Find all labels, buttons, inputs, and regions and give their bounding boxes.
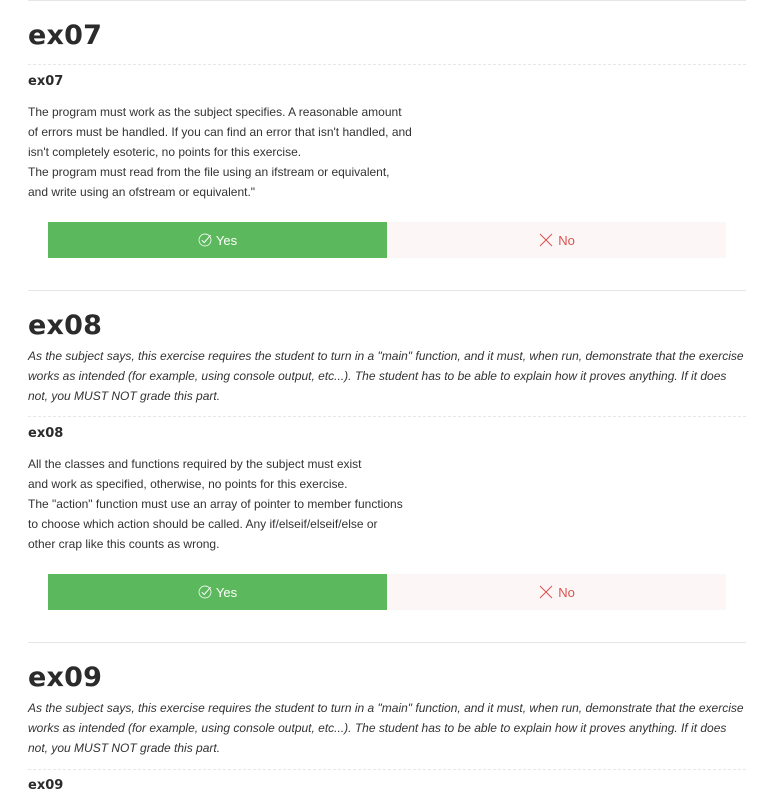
section-title: ex07 xyxy=(28,20,103,51)
description-line: The "action" function must use an array … xyxy=(28,497,403,511)
yes-no-buttons: Yes No xyxy=(48,574,726,610)
description-line: All the classes and functions required b… xyxy=(28,457,362,471)
sub-title: ex07 xyxy=(28,74,64,89)
yes-label: Yes xyxy=(215,232,238,248)
section-title: ex09 xyxy=(28,662,103,693)
description-line: of errors must be handled. If you can fi… xyxy=(28,125,412,139)
description-line: other crap like this counts as wrong. xyxy=(28,537,220,551)
section-title: ex08 xyxy=(28,310,103,341)
cross-icon xyxy=(539,233,553,247)
check-circle-icon xyxy=(198,585,212,599)
section-intro: As the subject says, this exercise requi… xyxy=(28,701,744,755)
no-label: No xyxy=(558,584,575,600)
cross-icon xyxy=(539,585,553,599)
no-button[interactable]: No xyxy=(387,574,726,610)
description-line: and write using an ofstream or equivalen… xyxy=(28,185,256,199)
grading-description: The program must work as the subject spe… xyxy=(28,102,412,202)
section-divider-dashed xyxy=(28,769,746,770)
description-line: and work as specified, otherwise, no poi… xyxy=(28,477,348,491)
no-button[interactable]: No xyxy=(387,222,726,258)
section-intro: As the subject says, this exercise requi… xyxy=(28,349,744,403)
description-line: The program must work as the subject spe… xyxy=(28,105,402,119)
section-divider-dashed xyxy=(28,64,746,65)
section-divider xyxy=(28,0,746,1)
sub-title: ex08 xyxy=(28,426,64,441)
section-divider xyxy=(28,290,746,291)
description-line: The program must read from the file usin… xyxy=(28,165,390,179)
check-circle-icon xyxy=(198,233,212,247)
yes-label: Yes xyxy=(215,584,238,600)
sub-title: ex09 xyxy=(28,778,64,793)
description-line: isn't completely esoteric, no points for… xyxy=(28,145,302,159)
yes-button[interactable]: Yes xyxy=(48,222,387,258)
section-divider-dashed xyxy=(28,416,746,417)
no-label: No xyxy=(558,232,575,248)
grading-description: All the classes and functions required b… xyxy=(28,454,403,554)
section-divider xyxy=(28,642,746,643)
yes-no-buttons: Yes No xyxy=(48,222,726,258)
yes-button[interactable]: Yes xyxy=(48,574,387,610)
description-line: to choose which action should be called.… xyxy=(28,517,378,531)
